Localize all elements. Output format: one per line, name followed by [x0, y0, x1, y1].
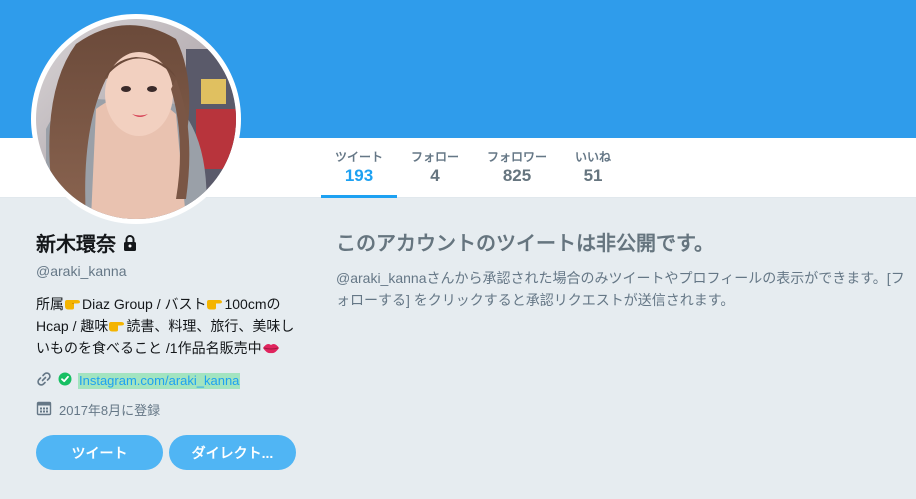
joined-date-row: 2017年8月に登録: [36, 399, 306, 419]
stat-label: ツイート: [335, 150, 384, 164]
profile-name[interactable]: 新木環奈: [36, 232, 116, 258]
bio-text: 100cmの: [224, 296, 281, 312]
stat-label: フォロワー: [487, 150, 548, 164]
stat-value: 51: [583, 166, 603, 185]
bio-text: 読書、料理、旅行、美味し: [126, 318, 295, 334]
tweet-to-button[interactable]: ツイート: [36, 435, 163, 470]
profile-handle[interactable]: @araki_kanna: [36, 262, 306, 280]
stat-label: フォロー: [411, 150, 460, 164]
lock-icon: [123, 234, 137, 256]
stat-label: いいね: [575, 150, 612, 164]
profile-url-link[interactable]: Instagram.com/araki_kanna: [78, 373, 241, 389]
avatar-image: [36, 19, 236, 219]
stat-following[interactable]: フォロー 4: [397, 138, 473, 198]
pointing-hand-emoji: [206, 294, 224, 310]
bio-text: いものを食べること /1作品名販売中: [36, 340, 262, 356]
verified-check-icon: [58, 372, 72, 391]
direct-message-button[interactable]: ダイレクト...: [169, 435, 296, 470]
kiss-mark-emoji: [262, 338, 280, 354]
link-icon: [36, 371, 52, 392]
profile-stats: ツイート 193 フォロー 4 フォロワー 825 いいね 51: [321, 138, 625, 198]
stat-value: 193: [344, 166, 374, 185]
avatar[interactable]: [36, 19, 236, 219]
stat-likes[interactable]: いいね 51: [561, 138, 625, 198]
profile-actions: ツイート ダイレクト...: [36, 435, 306, 470]
protected-description: @araki_kannaさんから承認された場合のみツイートやプロフィールの表示が…: [336, 270, 905, 308]
stat-followers[interactable]: フォロワー 825: [473, 138, 561, 198]
protected-notice: このアカウントのツイートは非公開です。 @araki_kannaさんから承認され…: [336, 231, 906, 311]
bio-text: Hcap / 趣味: [36, 318, 109, 334]
stat-tweets[interactable]: ツイート 193: [321, 138, 398, 198]
pointing-hand-emoji: [108, 316, 126, 332]
stat-value: 825: [502, 166, 532, 185]
stat-value: 4: [430, 166, 440, 185]
bio-text: Diaz Group / バスト: [82, 296, 207, 312]
profile-card: 新木環奈 @araki_kanna 所属 Diaz Group / バスト 100c…: [36, 232, 306, 470]
protected-title: このアカウントのツイートは非公開です。: [336, 233, 714, 255]
profile-bio: 所属 Diaz Group / バスト 100cmの Hcap / 趣味 読書、料理、…: [36, 293, 304, 359]
pointing-hand-emoji: [64, 294, 82, 310]
name-row: 新木環奈: [36, 232, 306, 258]
joined-date: 2017年8月に登録: [59, 402, 161, 418]
profile-url-row: Instagram.com/araki_kanna: [36, 371, 306, 391]
calendar-icon: [36, 400, 52, 419]
bio-text: 所属: [36, 296, 64, 312]
